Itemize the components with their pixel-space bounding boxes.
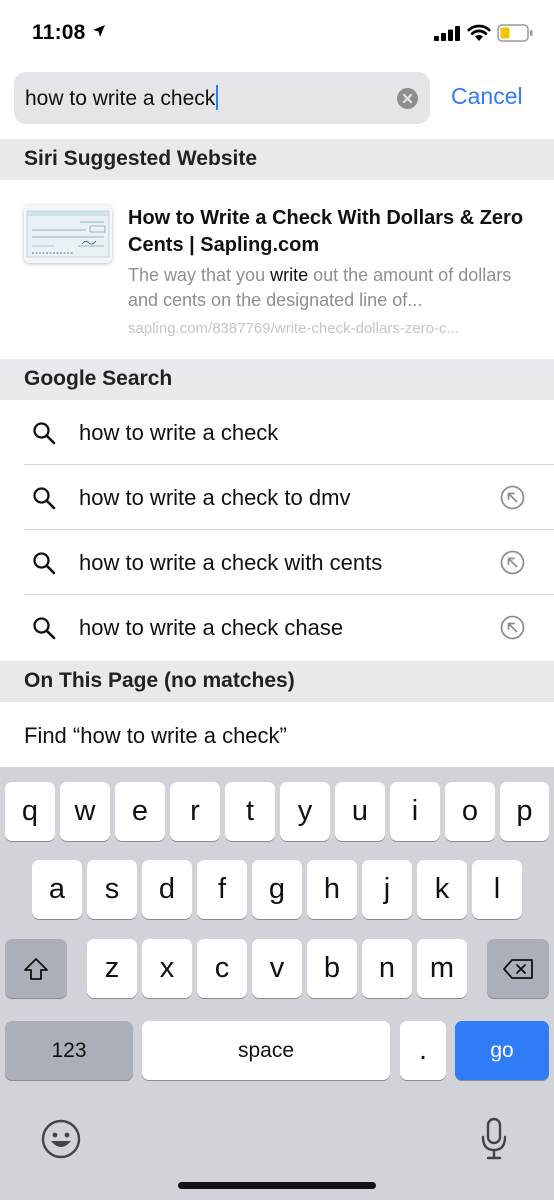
on-this-page-header: On This Page (no matches)	[0, 661, 554, 702]
cancel-button[interactable]: Cancel	[451, 83, 523, 110]
key-r[interactable]: r	[170, 782, 220, 841]
clear-x-icon	[402, 93, 413, 104]
delete-key[interactable]	[487, 939, 549, 998]
google-suggestion-row[interactable]: how to write a check	[0, 400, 554, 465]
backspace-icon	[503, 958, 533, 979]
clear-text-button[interactable]	[397, 88, 418, 109]
status-bar: 11:08	[0, 0, 554, 66]
key-l[interactable]: l	[472, 860, 522, 919]
key-a[interactable]: a	[32, 860, 82, 919]
home-indicator[interactable]	[178, 1182, 376, 1189]
key-d[interactable]: d	[142, 860, 192, 919]
key-x[interactable]: x	[142, 939, 192, 998]
numbers-key[interactable]: 123	[5, 1021, 133, 1080]
suggestion-label: how to write a check chase	[79, 615, 344, 640]
suggestion-label: how to write a check to dmv	[79, 485, 351, 510]
key-n[interactable]: n	[362, 939, 412, 998]
search-icon	[33, 487, 56, 510]
key-g[interactable]: g	[252, 860, 302, 919]
period-key[interactable]: .	[400, 1021, 446, 1080]
google-suggestion-row[interactable]: how to write a check chase	[0, 595, 554, 660]
key-s[interactable]: s	[87, 860, 137, 919]
key-h[interactable]: h	[307, 860, 357, 919]
space-key[interactable]: space	[142, 1021, 390, 1080]
key-p[interactable]: p	[500, 782, 549, 841]
status-time: 11:08	[32, 21, 86, 44]
key-m[interactable]: m	[417, 939, 467, 998]
cellular-signal-icon	[434, 26, 460, 41]
check-thumbnail-image	[24, 205, 112, 263]
shift-arrow-icon	[24, 957, 48, 980]
snippet-highlight: write	[270, 265, 309, 285]
suggestion-label: how to write a check	[79, 420, 279, 445]
fill-search-arrow-icon[interactable]	[500, 615, 525, 640]
key-w[interactable]: w	[60, 782, 110, 841]
siri-suggested-header: Siri Suggested Website	[0, 139, 554, 180]
key-f[interactable]: f	[197, 860, 247, 919]
key-o[interactable]: o	[445, 782, 495, 841]
key-i[interactable]: i	[390, 782, 440, 841]
key-v[interactable]: v	[252, 939, 302, 998]
google-suggestion-row[interactable]: how to write a check with cents	[0, 530, 554, 595]
microphone-icon[interactable]	[480, 1117, 508, 1161]
fill-search-arrow-icon[interactable]	[500, 550, 525, 575]
key-u[interactable]: u	[335, 782, 385, 841]
find-on-page-label: Find “how to write a check”	[24, 723, 287, 748]
key-z[interactable]: z	[87, 939, 137, 998]
search-icon	[33, 617, 56, 640]
key-c[interactable]: c	[197, 939, 247, 998]
keyboard: q w e r t y u i o p a s d f g h j k l z …	[0, 767, 554, 1200]
battery-icon	[497, 24, 533, 42]
key-j[interactable]: j	[362, 860, 412, 919]
google-search-header: Google Search	[0, 359, 554, 400]
search-query-text: how to write a check	[25, 87, 216, 110]
fill-search-arrow-icon[interactable]	[500, 485, 525, 510]
wifi-icon	[467, 24, 491, 41]
search-input[interactable]: how to write a check	[14, 72, 430, 124]
key-e[interactable]: e	[115, 782, 165, 841]
emoji-icon[interactable]	[41, 1119, 81, 1159]
find-on-page-row[interactable]: Find “how to write a check”	[0, 703, 554, 767]
go-key[interactable]: go	[455, 1021, 549, 1080]
search-icon	[33, 422, 56, 445]
key-q[interactable]: q	[5, 782, 55, 841]
key-y[interactable]: y	[280, 782, 330, 841]
key-k[interactable]: k	[417, 860, 467, 919]
suggestion-title: How to Write a Check With Dollars & Zero…	[128, 207, 524, 256]
key-b[interactable]: b	[307, 939, 357, 998]
shift-key[interactable]	[5, 939, 67, 998]
key-t[interactable]: t	[225, 782, 275, 841]
google-suggestion-row[interactable]: how to write a check to dmv	[0, 465, 554, 530]
suggestion-url: sapling.com/8387769/write-check-dollars-…	[128, 320, 459, 337]
suggestion-label: how to write a check with cents	[79, 550, 383, 575]
location-arrow-icon	[93, 25, 105, 37]
text-caret	[216, 85, 219, 110]
search-icon	[33, 552, 56, 575]
suggestion-snippet: The way that you write out the amount of…	[128, 265, 512, 310]
